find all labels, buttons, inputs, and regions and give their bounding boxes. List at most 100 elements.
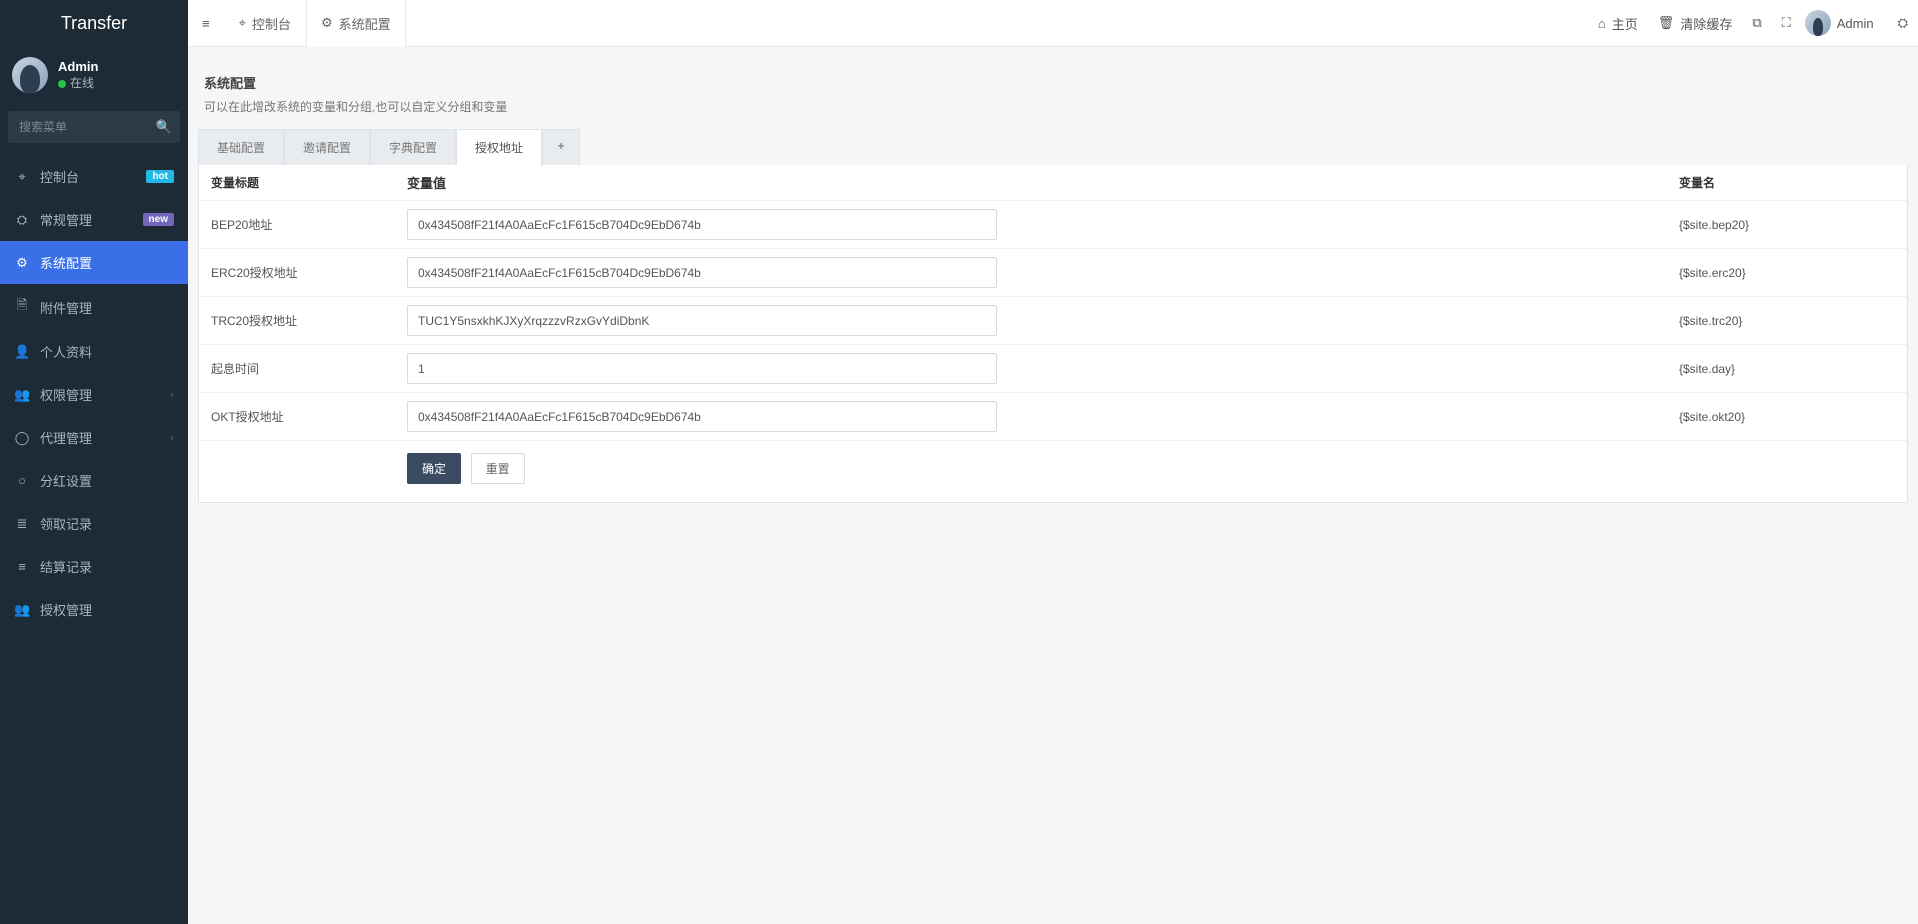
table-row: 起息时间 {$site.day} — [199, 345, 1907, 393]
config-tab-basic[interactable]: 基础配置 — [198, 129, 284, 165]
config-tab-dict[interactable]: 字典配置 — [370, 129, 456, 165]
header-value: 变量值 — [407, 173, 997, 192]
gears-icon: ⛭ — [14, 212, 30, 228]
config-tab-invite[interactable]: 邀请配置 — [284, 129, 370, 165]
header-name: 变量名 — [1679, 174, 1899, 191]
sidebar-item-settle-log[interactable]: ≡ 结算记录 — [0, 545, 188, 588]
user-status: 在线 — [58, 74, 98, 91]
topbar-tab-label: 系统配置 — [339, 14, 391, 33]
page-subtitle: 可以在此增改系统的变量和分组,也可以自定义分组和变量 — [204, 98, 1902, 115]
topbar-avatar[interactable] — [1805, 10, 1831, 36]
row-title: 起息时间 — [207, 360, 407, 377]
files-button[interactable]: ⧉ — [1742, 0, 1771, 46]
sidebar-item-label: 系统配置 — [40, 253, 92, 272]
row-name: {$site.day} — [1679, 362, 1899, 376]
reset-button[interactable]: 重置 — [471, 453, 525, 484]
topbar-left: ≡ ⌖ 控制台 ⚙ 系统配置 — [188, 0, 406, 46]
gear-icon: ⚙ — [321, 15, 333, 31]
users-icon: 👥 — [14, 387, 30, 403]
sidebar-item-authorize[interactable]: 👥 授权管理 — [0, 588, 188, 631]
table-row: TRC20授权地址 {$site.trc20} — [199, 297, 1907, 345]
sidebar-item-dashboard[interactable]: ⌖ 控制台 hot — [0, 155, 188, 198]
row-name: {$site.trc20} — [1679, 314, 1899, 328]
row-name: {$site.okt20} — [1679, 410, 1899, 424]
home-button[interactable]: ⌂ 主页 — [1588, 0, 1648, 46]
trash-icon: 🗑 — [1658, 15, 1675, 31]
online-dot-icon — [58, 80, 66, 88]
sidebar-item-label: 附件管理 — [40, 298, 92, 317]
table-row: BEP20地址 {$site.bep20} — [199, 201, 1907, 249]
topbar-right: ⌂ 主页 🗑 清除缓存 ⧉ ⛶ Admin ⛭ — [1588, 0, 1918, 46]
row-title: TRC20授权地址 — [207, 312, 407, 329]
user-panel[interactable]: Admin 在线 — [0, 47, 188, 103]
sidebar-item-general[interactable]: ⛭ 常规管理 new — [0, 198, 188, 241]
okt-input[interactable] — [407, 401, 997, 432]
brand-title: Transfer — [0, 0, 188, 47]
sidebar-item-dividend[interactable]: ○ 分红设置 — [0, 459, 188, 502]
sidebar-item-label: 代理管理 — [40, 428, 92, 447]
row-title: OKT授权地址 — [207, 408, 407, 425]
chevron-left-icon: ‹ — [170, 389, 174, 401]
sidebar-item-system-config[interactable]: ⚙ 系统配置 — [0, 241, 188, 284]
sidebar-item-claim-log[interactable]: ≣ 领取记录 — [0, 502, 188, 545]
config-panel: 变量标题 变量值 变量名 BEP20地址 {$site.bep20} ERC20… — [198, 165, 1908, 503]
topbar-tab-system-config[interactable]: ⚙ 系统配置 — [306, 0, 406, 46]
home-icon: ⌂ — [1598, 16, 1606, 31]
add-tab-button[interactable]: + — [542, 129, 580, 165]
settings-button[interactable]: ⛭ — [1888, 0, 1918, 46]
ok-button[interactable]: 确定 — [407, 453, 461, 484]
sidebar-item-attachment[interactable]: 🗎 附件管理 — [0, 284, 188, 330]
circle-icon: ○ — [14, 473, 30, 488]
table-header-row: 变量标题 变量值 变量名 — [199, 165, 1907, 201]
content: 系统配置 可以在此增改系统的变量和分组,也可以自定义分组和变量 基础配置 邀请配… — [188, 47, 1918, 523]
sidebar-item-label: 授权管理 — [40, 600, 92, 619]
topbar-tabs: ⌖ 控制台 ⚙ 系统配置 — [224, 0, 406, 46]
topbar: ≡ ⌖ 控制台 ⚙ 系统配置 ⌂ 主页 🗑 清除缓存 ⧉ — [188, 0, 1918, 47]
fullscreen-button[interactable]: ⛶ — [1772, 0, 1801, 46]
topbar-tab-dashboard[interactable]: ⌖ 控制台 — [224, 0, 306, 46]
dashboard-icon: ⌖ — [239, 15, 246, 31]
sidebar-item-label: 分红设置 — [40, 471, 92, 490]
list-icon: ≡ — [14, 559, 30, 574]
sidebar-item-label: 结算记录 — [40, 557, 92, 576]
main: ≡ ⌖ 控制台 ⚙ 系统配置 ⌂ 主页 🗑 清除缓存 ⧉ — [188, 0, 1918, 924]
sidebar-item-label: 控制台 — [40, 167, 79, 186]
sidebar: Transfer Admin 在线 🔍 ⌖ 控制台 hot ⛭ 常规管理 new… — [0, 0, 188, 924]
sidebar-item-label: 常规管理 — [40, 210, 92, 229]
topbar-tab-label: 控制台 — [252, 14, 291, 33]
sidebar-nav: ⌖ 控制台 hot ⛭ 常规管理 new ⚙ 系统配置 🗎 附件管理 👤 个人资… — [0, 155, 188, 631]
day-input[interactable] — [407, 353, 997, 384]
clear-cache-button[interactable]: 🗑 清除缓存 — [1648, 0, 1743, 46]
search-input[interactable] — [8, 111, 180, 143]
config-tabbar: 基础配置 邀请配置 字典配置 授权地址 + — [198, 129, 1908, 165]
sidebar-item-label: 权限管理 — [40, 385, 92, 404]
trc20-input[interactable] — [407, 305, 997, 336]
attachment-icon: 🗎 — [14, 296, 30, 318]
bep20-input[interactable] — [407, 209, 997, 240]
erc20-input[interactable] — [407, 257, 997, 288]
user-status-text: 在线 — [70, 76, 94, 90]
page-head: 系统配置 可以在此增改系统的变量和分组,也可以自定义分组和变量 — [198, 57, 1908, 129]
search-icon[interactable]: 🔍 — [156, 119, 172, 135]
config-tab-authorize[interactable]: 授权地址 — [456, 129, 542, 165]
topbar-username[interactable]: Admin — [1837, 16, 1888, 31]
sidebar-item-agent[interactable]: ◯ 代理管理 ‹ — [0, 416, 188, 459]
table-row: ERC20授权地址 {$site.erc20} — [199, 249, 1907, 297]
row-title: BEP20地址 — [207, 216, 407, 233]
chevron-left-icon: ‹ — [170, 432, 174, 444]
avatar — [12, 57, 48, 93]
table-row: OKT授权地址 {$site.okt20} — [199, 393, 1907, 441]
usercircle-icon: ◯ — [14, 430, 30, 446]
gears-icon: ⛭ — [1898, 15, 1908, 31]
users-icon: 👥 — [14, 602, 30, 618]
dashboard-icon: ⌖ — [14, 169, 30, 185]
hot-badge: hot — [146, 170, 174, 183]
row-title: ERC20授权地址 — [207, 264, 407, 281]
toggle-sidebar-button[interactable]: ≡ — [188, 0, 224, 46]
user-name: Admin — [58, 59, 98, 74]
sidebar-item-permission[interactable]: 👥 权限管理 ‹ — [0, 373, 188, 416]
home-label: 主页 — [1612, 14, 1638, 33]
sidebar-item-profile[interactable]: 👤 个人资料 — [0, 330, 188, 373]
action-row: 确定 重置 — [199, 441, 1907, 502]
clear-cache-label: 清除缓存 — [1680, 14, 1732, 33]
